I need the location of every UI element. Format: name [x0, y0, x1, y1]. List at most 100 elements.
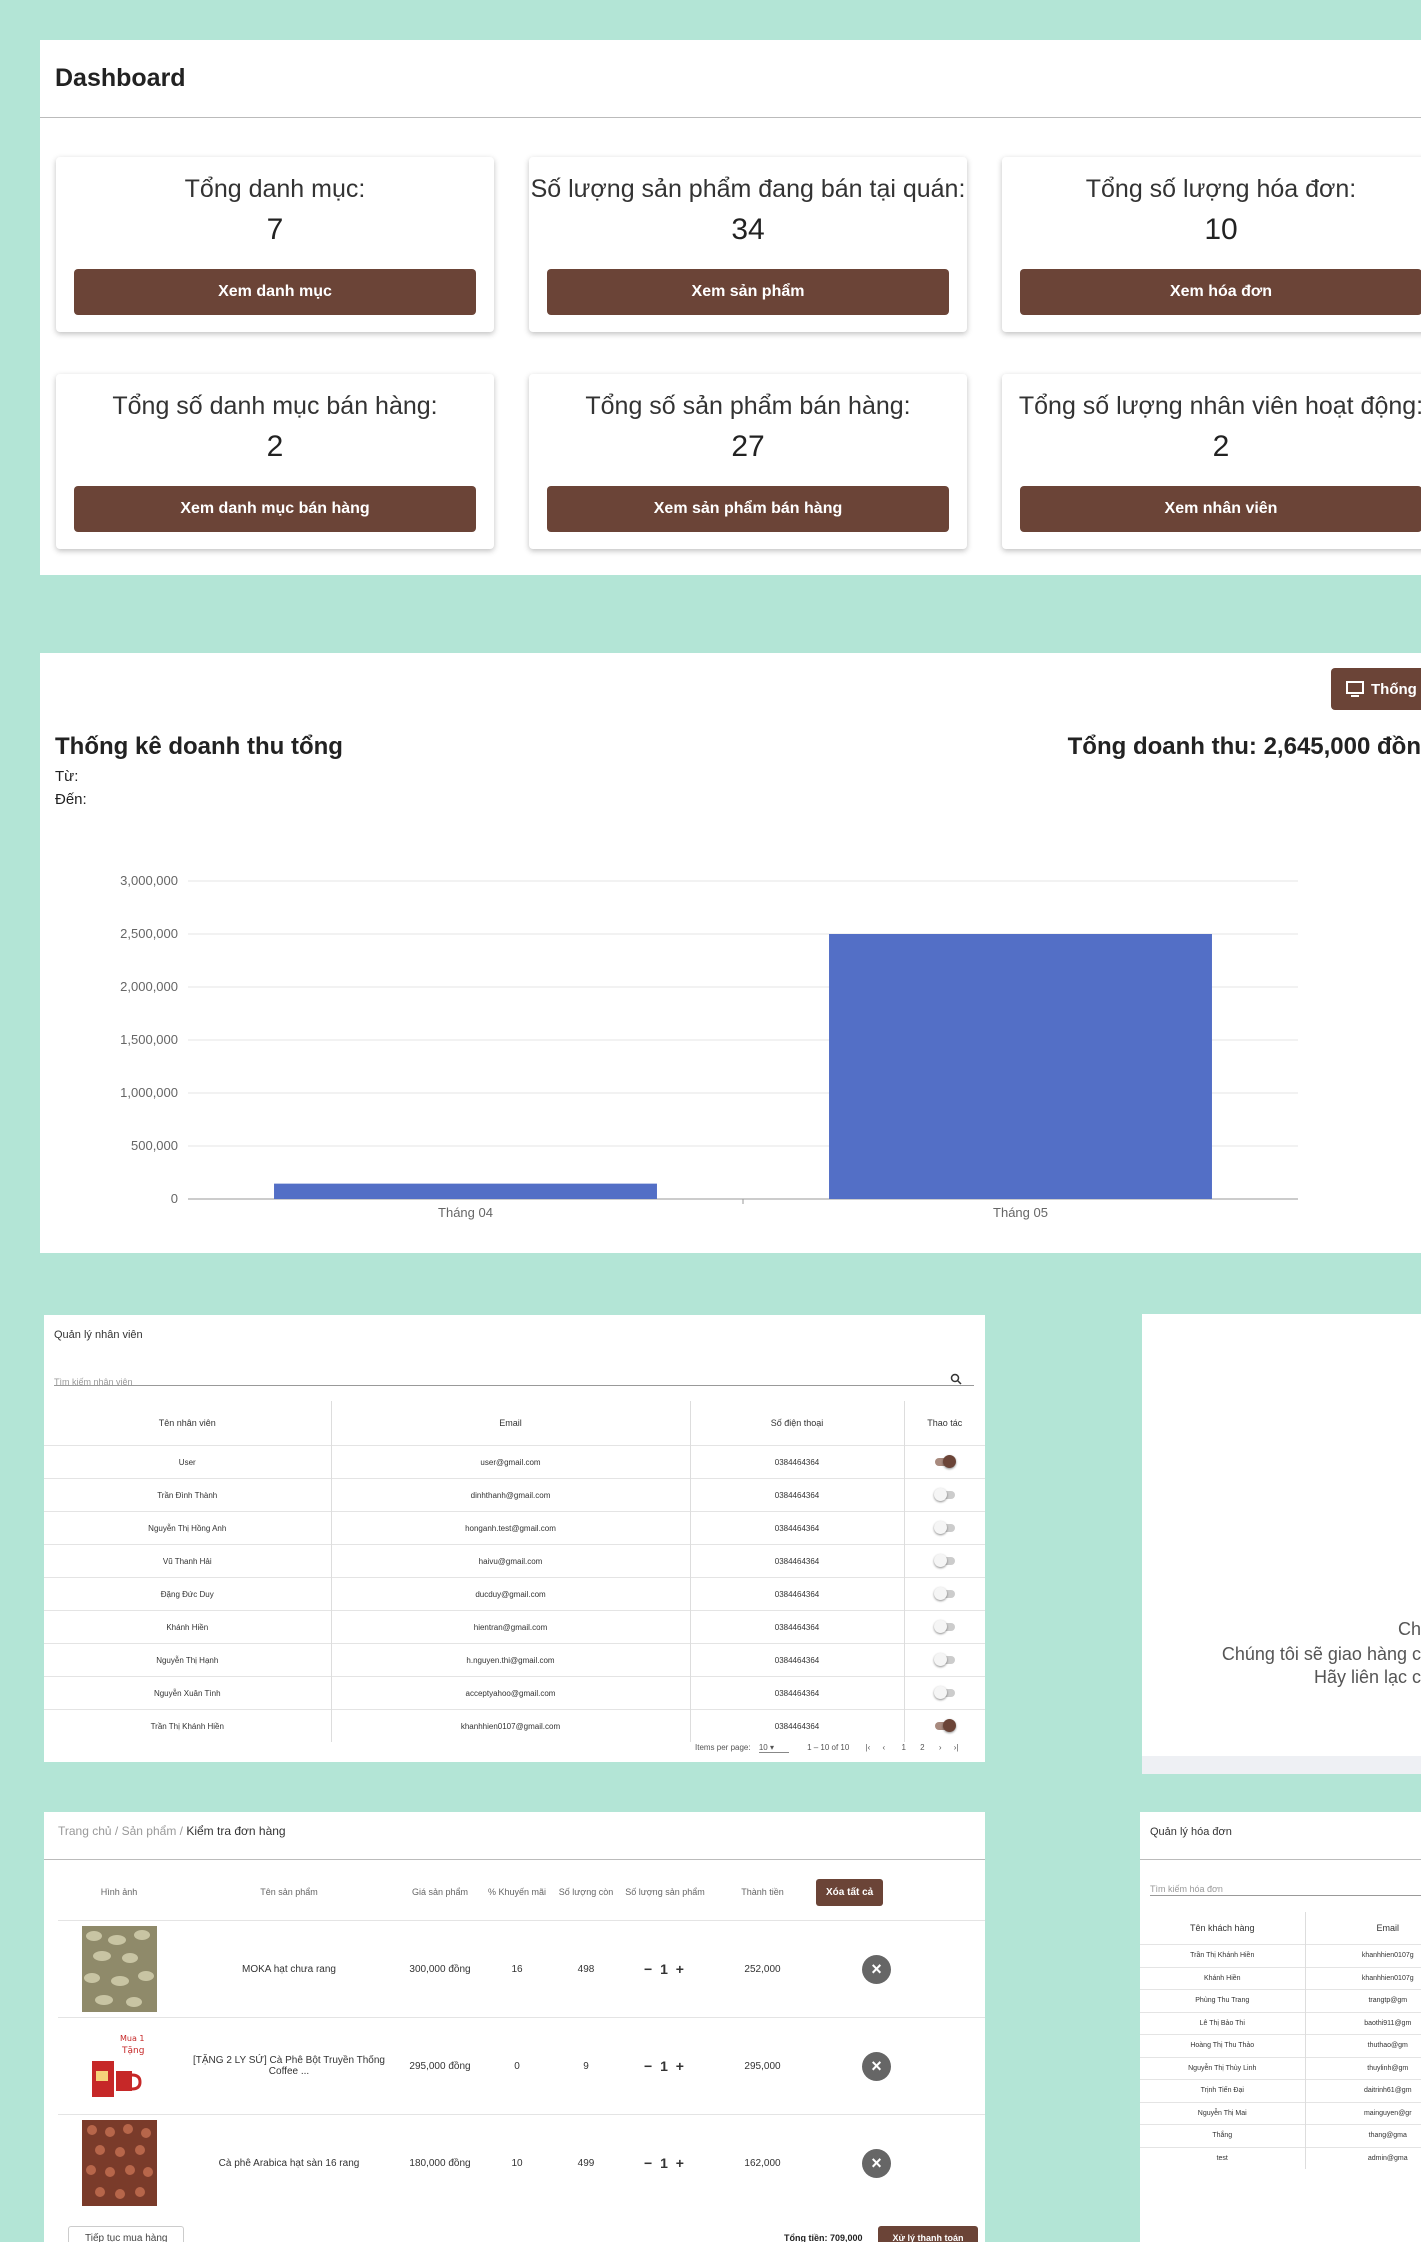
date-from-label: Từ:: [55, 768, 79, 785]
date-to-label: Đến:: [55, 791, 87, 808]
remove-item-icon[interactable]: ×: [862, 1954, 891, 1984]
info-text: Hãy liên lạc c: [1313, 1667, 1421, 1687]
increase-qty-icon[interactable]: +: [676, 1961, 686, 1977]
monitor-icon: [1346, 681, 1364, 697]
product-stock: 498: [552, 1920, 620, 2018]
y-tick-label: 0: [171, 1191, 178, 1206]
next-page-icon[interactable]: ›: [939, 1743, 942, 1752]
active-toggle[interactable]: [933, 1587, 955, 1601]
search-icon[interactable]: [950, 1373, 962, 1385]
stat-label: Số lượng sản phẩm đang bán tại quán:: [530, 175, 966, 203]
view-staff-button[interactable]: Xem nhân viên: [1020, 486, 1421, 532]
increase-qty-icon[interactable]: +: [676, 2155, 686, 2171]
invoice-search-input[interactable]: [1150, 1895, 1421, 1896]
table-row: User user@gmail.com 0384464364: [44, 1445, 985, 1479]
view-products-button[interactable]: Xem sản phẩm: [547, 269, 949, 315]
statistics-button[interactable]: Thống: [1331, 668, 1421, 710]
breadcrumb-home[interactable]: Trang chủ: [58, 1824, 112, 1838]
page-size-select[interactable]: 10 ▾: [758, 1743, 789, 1753]
y-tick-label: 500,000: [131, 1138, 178, 1153]
line-total: 295,000: [710, 2017, 815, 2115]
page-number[interactable]: 1: [901, 1743, 905, 1752]
active-toggle[interactable]: [934, 1455, 956, 1469]
column-header: Tên khách hàng: [1140, 1912, 1306, 1945]
stat-card-products: Số lượng sản phẩm đang bán tại quán: 34 …: [529, 157, 967, 332]
dashboard-header: Dashboard: [40, 40, 1421, 118]
remove-item-icon[interactable]: ×: [862, 2148, 891, 2178]
table-row: Nguyễn Xuân Tình acceptyahoo@gmail.com 038…: [44, 1676, 985, 1710]
first-page-icon[interactable]: |‹: [866, 1743, 871, 1752]
view-sale-categories-button[interactable]: Xem danh mục bán hàng: [74, 486, 476, 532]
last-page-icon[interactable]: ›|: [954, 1743, 959, 1752]
cart-total: Tổng tiền: 709,000: [784, 2233, 863, 2242]
view-invoices-button[interactable]: Xem hóa đơn: [1020, 269, 1421, 315]
product-stock: 9: [552, 2017, 620, 2115]
stat-card-categories: Tổng danh mục: 7 Xem danh mục: [56, 157, 494, 332]
continue-shopping-button[interactable]: Tiếp tục mua hàng: [68, 2226, 185, 2242]
stat-card-staff: Tổng số lượng nhân viên hoạt động: 2 Xem…: [1002, 374, 1421, 549]
stat-value: 34: [731, 213, 765, 246]
staff-name: Đặng Đức Duy: [44, 1577, 332, 1611]
customer-email: khanhhien0107g: [1305, 1944, 1421, 1967]
staff-name: Trần Thị Khánh Hiền: [44, 1709, 332, 1742]
active-toggle[interactable]: [933, 1686, 955, 1700]
table-row: Khánh Hiền hientran@gmail.com 0384464364: [44, 1610, 985, 1644]
staff-management-panel: Quản lý nhân viên Tìm kiếm nhân viên Tên…: [44, 1315, 985, 1762]
decrease-qty-icon[interactable]: −: [644, 2155, 654, 2171]
staff-search-input[interactable]: [54, 1385, 974, 1386]
customer-name: Hoàng Thị Thu Thảo: [1140, 2034, 1306, 2057]
staff-name: User: [44, 1445, 332, 1479]
dashboard-panel: Dashboard Tổng danh mục: 7 Xem danh mục …: [40, 40, 1421, 575]
product-stock: 499: [552, 2114, 620, 2211]
revenue-total: Tổng doanh thu: 2,645,000 đồn: [1067, 733, 1421, 760]
active-toggle[interactable]: [933, 1488, 955, 1502]
checkout-button[interactable]: Xử lý thanh toán: [878, 2226, 978, 2242]
stat-label: Tổng danh mục:: [184, 175, 366, 203]
active-toggle[interactable]: [934, 1719, 956, 1733]
staff-phone: 0384464364: [690, 1643, 905, 1677]
bar: [829, 934, 1212, 1199]
table-row: test admin@gma: [1140, 2146, 1421, 2169]
customer-email: mainguyen@gr: [1305, 2101, 1421, 2125]
active-toggle[interactable]: [933, 1521, 955, 1535]
product-price: 300,000 đồng: [398, 1920, 482, 2018]
staff-email: h.nguyen.thi@gmail.com: [331, 1643, 691, 1677]
active-toggle[interactable]: [933, 1653, 955, 1667]
stat-value: 7: [266, 213, 284, 246]
remove-item-icon[interactable]: ×: [862, 2051, 891, 2081]
table-row: Nguyễn Thị Hồng Anh honganh.test@gmail.co…: [44, 1511, 985, 1545]
staff-name: Nguyễn Xuân Tình: [44, 1676, 332, 1710]
statistics-button-label: Thống: [1371, 680, 1417, 698]
stat-value: 27: [731, 430, 765, 463]
y-tick-label: 2,500,000: [120, 926, 178, 941]
staff-name: Khánh Hiền: [44, 1610, 332, 1644]
view-sale-products-button[interactable]: Xem sản phẩm bán hàng: [547, 486, 949, 532]
decrease-qty-icon[interactable]: −: [644, 2058, 654, 2074]
active-toggle[interactable]: [933, 1620, 955, 1634]
page-number[interactable]: 2: [920, 1743, 924, 1752]
decrease-qty-icon[interactable]: −: [644, 1961, 654, 1977]
cart-table: Hình ảnh Tên sản phẩm Giá sản phẩm % Khu…: [58, 1864, 985, 2211]
active-toggle[interactable]: [933, 1554, 955, 1568]
product-image: [81, 2120, 157, 2206]
clear-all-button[interactable]: Xóa tất cả: [816, 1878, 884, 1906]
table-row: Phùng Thu Trang trangtp@gm: [1140, 1989, 1421, 2012]
revenue-panel: 0 500,000 1,000,000 1,500,000 2,000,000 2,500…: [40, 653, 1421, 1253]
table-row: Trịnh Tiến Đại daitrinh61@gm: [1140, 2079, 1421, 2102]
panel-title: Quản lý hóa đơn: [1150, 1826, 1232, 1838]
stat-value: 2: [1212, 430, 1230, 463]
staff-email: honganh.test@gmail.com: [331, 1511, 691, 1545]
customer-email: khanhhien0107g: [1305, 1966, 1421, 1990]
y-tick-label: 2,000,000: [120, 979, 178, 994]
table-row: Trần Thị Khánh Hiền khanhhien0107g: [1140, 1944, 1421, 1967]
breadcrumb-products[interactable]: Sản phẩm: [122, 1824, 177, 1838]
increase-qty-icon[interactable]: +: [676, 2058, 686, 2074]
table-row: Mua 1 Tặng [TẶNG 2 LY SỨ] Cà Phê Bột Tru…: [58, 2017, 985, 2115]
svg-text:Tặng: Tặng: [121, 2046, 144, 2056]
staff-email: khanhhien0107@gmail.com: [331, 1709, 691, 1742]
table-row: Vũ Thanh Hải haivu@gmail.com 0384464364: [44, 1544, 985, 1578]
view-categories-button[interactable]: Xem danh mục: [74, 269, 476, 315]
prev-page-icon[interactable]: ‹: [883, 1743, 886, 1752]
staff-name: Nguyễn Thị Hạnh: [44, 1643, 332, 1677]
stat-card-sale-products: Tổng số sản phẩm bán hàng: 27 Xem sản ph…: [529, 374, 967, 549]
